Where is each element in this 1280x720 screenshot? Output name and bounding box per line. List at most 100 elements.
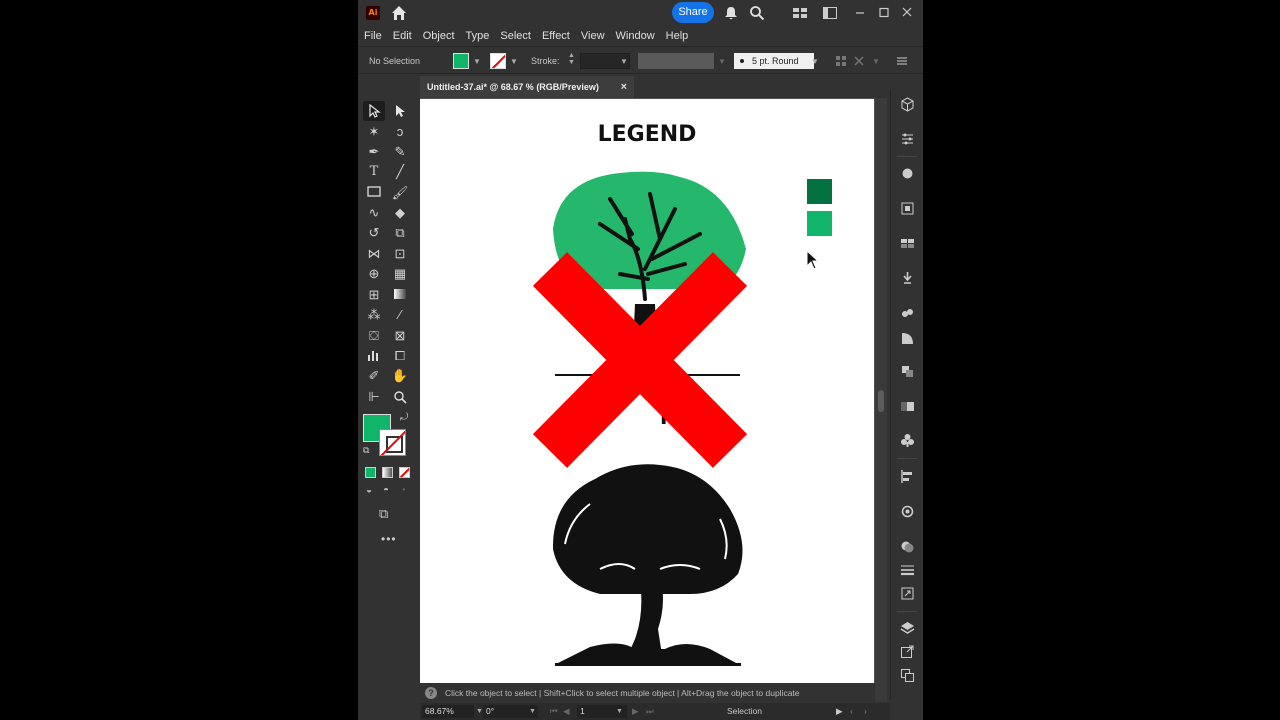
stroke-color-swatch[interactable] [490,53,506,69]
artboard-chevron-icon[interactable]: ▼ [616,703,623,720]
options-chevron-icon[interactable]: ▼ [872,57,880,66]
type-tool-icon[interactable]: T [363,162,385,182]
slice-tool-icon[interactable]: ⧠ [389,346,411,366]
menu-type[interactable]: Type [466,30,490,42]
minimize-icon[interactable] [852,5,868,21]
pen-tool-icon[interactable]: ✒ [363,142,385,162]
variable-width-profile-field[interactable] [638,53,714,69]
color-icon[interactable] [899,165,916,182]
help-icon[interactable]: ? [425,687,437,699]
menu-effect[interactable]: Effect [542,30,570,42]
swap-fill-stroke-icon[interactable]: ⤾ [400,412,408,423]
next-artboard-icon[interactable]: ▶ [632,703,639,720]
width-tool-icon[interactable]: ⋈ [363,244,385,264]
previous-artboard-icon[interactable]: ◀ [563,703,570,720]
none-mode-icon[interactable] [399,467,410,478]
symbol-sprayer-tool-icon[interactable]: ✐ [363,366,385,386]
scale-tool-icon[interactable]: ⧉ [389,223,411,243]
shaper-tool-icon[interactable]: ∿ [363,203,385,223]
document-tab[interactable]: Untitled-37.ai* @ 68.67 % (RGB/Preview) … [420,76,634,98]
paintbrush-tool-icon[interactable]: 🖌 [389,183,411,203]
transparency-icon[interactable] [899,398,916,415]
shape-modes-icon[interactable] [899,538,916,555]
fill-color-swatch[interactable] [453,53,469,69]
draw-behind-icon[interactable]: ◓ [383,485,389,496]
symbols-icon[interactable] [899,305,916,322]
stroke-dropdown-chevron-icon[interactable]: ▼ [510,57,518,66]
menu-edit[interactable]: Edit [393,30,412,42]
curvature-tool-icon[interactable]: ✎ [389,142,411,162]
close-document-icon[interactable]: × [621,76,627,98]
gradient-mode-icon[interactable] [382,467,393,478]
artboard-tool-icon[interactable]: ⊠ [389,326,411,346]
magic-wand-tool-icon[interactable]: ✶ [363,122,385,142]
share-button[interactable]: Share [672,2,714,23]
pathfinder-icon[interactable] [899,503,916,520]
menu-select[interactable]: Select [500,30,531,42]
menu-help[interactable]: Help [666,30,689,42]
swatches-icon[interactable] [899,235,916,252]
close-icon[interactable] [899,5,915,21]
perspective-grid-tool-icon[interactable]: ▦ [389,264,411,284]
direct-selection-tool-icon[interactable] [389,101,411,121]
export-for-screens-icon[interactable] [899,643,916,660]
profile-chevron-icon[interactable]: ▼ [718,57,726,66]
mesh-tool-icon[interactable]: ⊞ [363,285,385,305]
live-paint-bucket-tool-icon[interactable]: ⛋ [363,326,385,346]
libraries-icon[interactable] [899,432,916,449]
fill-dropdown-chevron-icon[interactable]: ▼ [473,57,481,66]
scrollbar-thumb[interactable] [878,390,884,412]
last-artboard-icon[interactable]: ⏭ [646,703,654,720]
properties-icon[interactable] [899,130,916,147]
stroke-weight-chevron-icon[interactable]: ▼ [620,57,628,66]
search-icon[interactable] [749,5,765,21]
gradient-tool-icon[interactable] [389,285,411,305]
eyedropper-tool-icon[interactable]: ⁄ [389,305,411,325]
control-menu-icon[interactable] [895,54,909,68]
layers-icon[interactable] [899,620,916,637]
print-tiling-tool-icon[interactable]: ⊩ [363,387,385,407]
artboards-panel-icon[interactable] [899,667,916,684]
column-graph-tool-icon[interactable] [363,346,385,366]
color-guide-icon[interactable] [899,200,916,217]
rectangle-tool-icon[interactable] [363,183,385,203]
rotation-chevron-icon[interactable]: ▼ [529,703,536,720]
appearance-icon[interactable] [899,363,916,380]
scroll-right-icon[interactable]: › [864,703,867,720]
graphic-styles-icon[interactable] [899,330,916,347]
free-transform-tool-icon[interactable]: ⊡ [389,244,411,264]
zoom-level-field[interactable]: 68.67% [422,705,474,718]
menu-object[interactable]: Object [423,30,455,42]
eraser-tool-icon[interactable]: ◆ [389,203,411,223]
menu-view[interactable]: View [581,30,605,42]
light-green-swatch[interactable] [807,211,832,236]
menu-window[interactable]: Window [616,30,655,42]
align-panel-icon[interactable] [899,468,916,485]
screen-mode-icon[interactable]: ⧉ [379,506,388,522]
black-tree-logo[interactable] [552,464,743,666]
edit-toolbar-icon[interactable]: ••• [381,532,397,546]
default-fill-stroke-icon[interactable]: ⧉ [363,445,369,456]
stroke-color-box[interactable] [379,429,406,456]
draw-normal-icon[interactable]: ◒ [366,485,372,496]
workspace-switcher-icon[interactable] [822,5,838,21]
scroll-left-icon[interactable]: ‹ [850,703,853,720]
color-mode-icon[interactable] [365,467,376,478]
lasso-tool-icon[interactable]: ↄ [389,122,411,142]
asset-export-icon[interactable] [899,585,916,602]
first-artboard-icon[interactable]: ⏮ [550,703,558,720]
brush-definition-field[interactable]: 5 pt. Round [734,53,814,69]
brushes-icon[interactable] [899,270,916,287]
zoom-chevron-icon[interactable]: ▼ [476,703,483,720]
align-icon[interactable] [834,54,848,68]
zoom-tool-icon[interactable] [389,387,411,407]
menu-file[interactable]: File [364,30,382,42]
home-icon[interactable] [390,4,408,22]
3d-materials-icon[interactable] [899,96,916,113]
artboard[interactable]: LEGEND PRO [420,99,874,683]
line-segment-tool-icon[interactable]: ╱ [389,162,411,182]
legend-heading[interactable]: LEGEND [598,122,697,147]
stroke-weight-stepper-icon[interactable]: ▲ ▼ [568,52,575,66]
dark-green-swatch[interactable] [807,179,832,204]
selection-tool-icon[interactable] [363,101,385,121]
